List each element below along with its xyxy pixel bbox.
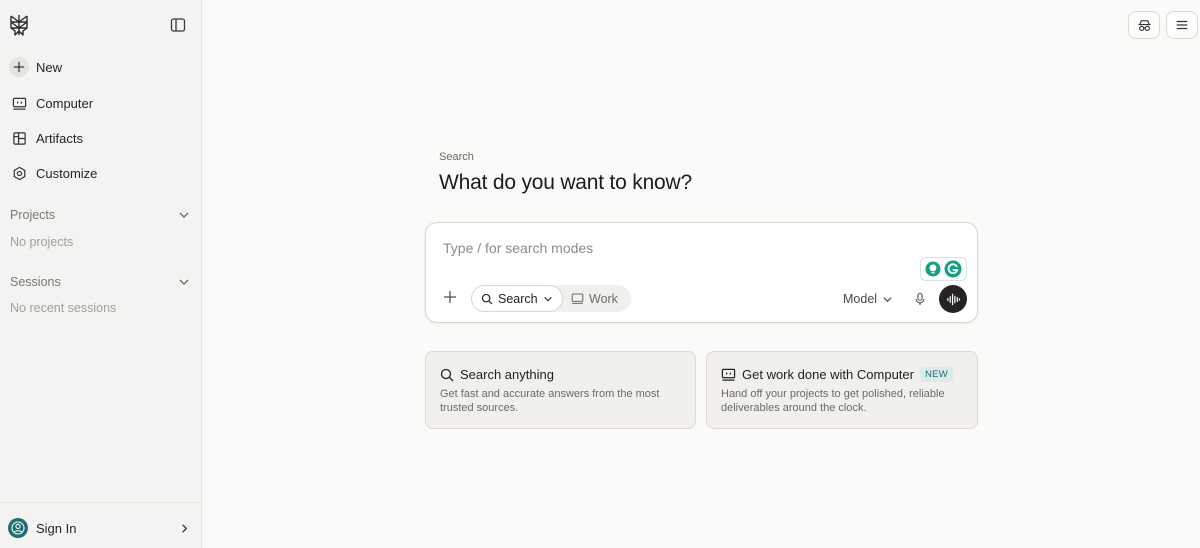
computer-icon	[571, 293, 584, 304]
chevron-right-icon	[182, 523, 188, 533]
computer-icon	[721, 368, 736, 381]
customize-icon	[9, 163, 29, 183]
grammarly-logo-icon	[944, 260, 962, 278]
sidebar: New Computer Artifacts Customize Project…	[0, 0, 202, 548]
sessions-empty-text: No recent sessions	[10, 301, 117, 315]
mode-search-label: Search	[498, 291, 538, 306]
card-computer[interactable]: Get work done with Computer NEW Hand off…	[706, 351, 978, 429]
hamburger-menu-icon	[1176, 20, 1188, 30]
page-title: What do you want to know?	[439, 171, 692, 194]
perplexity-logo-icon[interactable]	[8, 14, 30, 36]
mode-work-button[interactable]: Work	[571, 285, 631, 312]
sign-in-label: Sign In	[36, 520, 77, 536]
card-search-anything[interactable]: Search anything Get fast and accurate an…	[425, 351, 696, 429]
chevron-down-icon	[179, 279, 189, 285]
incognito-button[interactable]	[1128, 11, 1160, 39]
sidebar-header	[0, 0, 202, 50]
chevron-down-icon	[179, 212, 189, 218]
mode-toggle-group: Search Work	[471, 285, 631, 312]
model-selector[interactable]: Model	[843, 289, 893, 309]
user-avatar-icon	[8, 518, 28, 538]
attach-button[interactable]	[441, 288, 459, 306]
sidebar-collapse-icon[interactable]	[168, 15, 188, 35]
mode-search-button[interactable]: Search	[471, 285, 563, 312]
sidebar-item-label: Customize	[36, 165, 98, 181]
chevron-down-icon	[543, 296, 552, 301]
sidebar-item-label: New	[36, 59, 63, 75]
search-icon	[440, 368, 454, 381]
sidebar-item-label: Computer	[36, 95, 94, 111]
voice-mode-button[interactable]	[939, 285, 967, 313]
artifacts-icon	[9, 128, 29, 148]
sidebar-item-customize[interactable]: Customize	[8, 158, 194, 188]
model-selector-label: Model	[843, 292, 878, 306]
sidebar-item-computer[interactable]: Computer	[8, 88, 194, 118]
page-eyebrow: Search	[439, 151, 474, 163]
projects-section-label: Projects	[10, 208, 56, 222]
computer-icon	[9, 93, 29, 113]
card-description: Get fast and accurate answers from the m…	[440, 388, 660, 414]
search-composer: Search Work Model	[425, 222, 978, 323]
chevron-down-icon	[883, 296, 892, 302]
plus-icon	[9, 57, 29, 77]
card-title: Search anything	[460, 367, 554, 382]
projects-empty-text: No projects	[10, 235, 74, 249]
card-title: Get work done with Computer	[742, 367, 914, 382]
search-icon	[481, 293, 493, 304]
incognito-icon	[1137, 19, 1151, 31]
card-title-row: Search anything	[440, 367, 554, 382]
sidebar-item-label: Artifacts	[36, 130, 83, 146]
grammarly-bulb-icon	[925, 261, 941, 277]
plus-icon	[444, 291, 456, 303]
mode-work-label: Work	[589, 291, 618, 306]
new-badge: NEW	[919, 367, 954, 382]
search-input[interactable]	[443, 237, 913, 259]
sign-in-button[interactable]: Sign In	[8, 517, 190, 539]
sidebar-footer: Sign In	[0, 502, 202, 548]
microphone-icon	[915, 292, 925, 305]
menu-button[interactable]	[1166, 11, 1198, 39]
sessions-section-label: Sessions	[10, 275, 61, 289]
grammarly-widget[interactable]	[920, 257, 967, 281]
sidebar-item-new[interactable]: New	[8, 52, 194, 82]
dictation-button[interactable]	[911, 289, 929, 309]
audio-waveform-icon	[946, 293, 960, 305]
projects-section-toggle[interactable]: Projects	[10, 205, 190, 225]
card-title-row: Get work done with Computer NEW	[721, 367, 954, 382]
card-description: Hand off your projects to get polished, …	[721, 388, 945, 414]
sessions-section-toggle[interactable]: Sessions	[10, 272, 190, 292]
sidebar-item-artifacts[interactable]: Artifacts	[8, 123, 194, 153]
